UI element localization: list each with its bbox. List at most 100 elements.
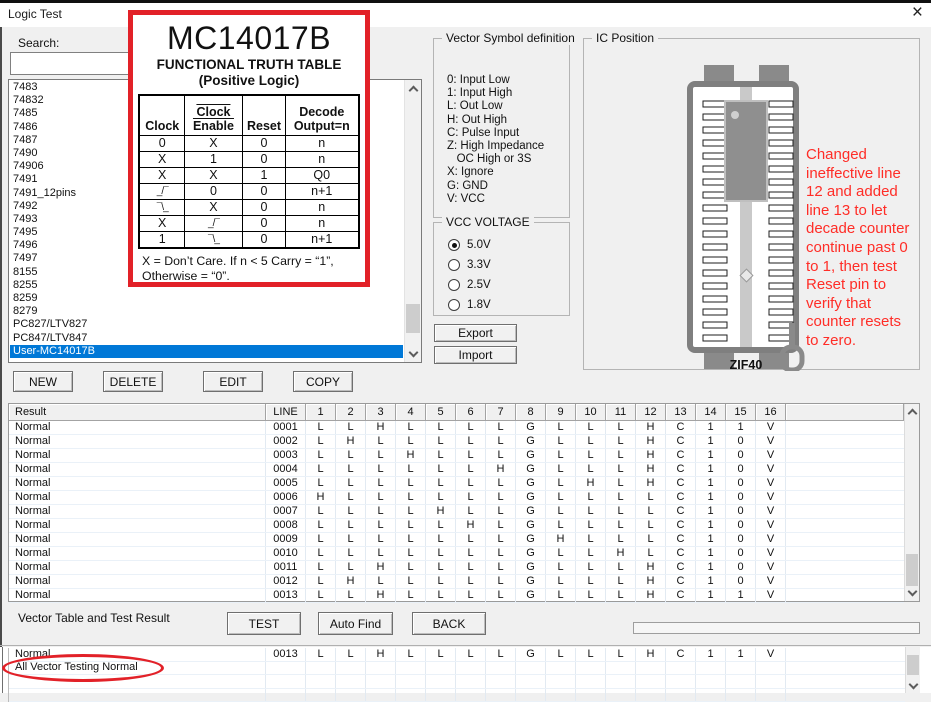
column-header-pin[interactable]: 9 xyxy=(546,404,576,421)
truth-cell: n xyxy=(286,215,359,231)
annotation-note: Changed ineffective line 12 and added li… xyxy=(806,146,920,351)
line-cell: 0013 xyxy=(266,648,306,661)
table-row[interactable]: Normal0012LHLLLLLGLLLHC10V xyxy=(9,575,904,589)
vcc-option[interactable]: 3.3V xyxy=(448,255,491,275)
line-cell: 0005 xyxy=(266,477,306,490)
table-row[interactable]: Normal0005LLLLLLLGLHLHC10V xyxy=(9,477,904,491)
table-row[interactable]: Normal0011LLHLLLLGLLLHC10V xyxy=(9,561,904,575)
result-cell: Normal xyxy=(9,561,266,574)
column-header-pin[interactable]: 5 xyxy=(426,404,456,421)
vector-grid-scrollbar[interactable] xyxy=(904,404,919,601)
column-header-pin[interactable]: 16 xyxy=(756,404,786,421)
column-header-pin[interactable]: 15 xyxy=(726,404,756,421)
vcc-option[interactable]: 5.0V xyxy=(448,235,491,255)
table-row[interactable]: Normal0008LLLLLHLGLLLLC10V xyxy=(9,519,904,533)
pin-cell: L xyxy=(606,463,636,476)
truth-card-subtitle2: (Positive Logic) xyxy=(133,73,365,89)
table-row[interactable]: Normal0010LLLLLLLGLLHLC10V xyxy=(9,547,904,561)
table-row[interactable]: Normal0007LLLLHLLGLLLLC10V xyxy=(9,505,904,519)
column-header-pin[interactable]: 14 xyxy=(696,404,726,421)
scrollbar-thumb[interactable] xyxy=(406,304,420,333)
functional-truth-table: ClockClock EnableResetDecode Output=n 0X… xyxy=(138,94,359,249)
pin-cell xyxy=(426,662,456,675)
pin-cell: L xyxy=(366,463,396,476)
scroll-down-icon[interactable] xyxy=(905,586,919,601)
list-item[interactable]: User-MC14017B xyxy=(10,345,403,358)
column-header-pin[interactable]: 10 xyxy=(576,404,606,421)
column-header-pin[interactable]: 11 xyxy=(606,404,636,421)
pin-cell: H xyxy=(636,589,666,602)
pin-cell: L xyxy=(306,421,336,434)
copy-button[interactable]: COPY xyxy=(293,371,353,392)
table-row[interactable]: Normal0006HLLLLLLGLLLLC10V xyxy=(9,491,904,505)
list-item[interactable]: PC847/LTV847 xyxy=(10,332,403,345)
result-cell: Normal xyxy=(9,449,266,462)
auto-find-button[interactable]: Auto Find xyxy=(318,612,393,635)
pin-cell xyxy=(396,662,426,675)
table-row[interactable] xyxy=(9,689,905,702)
truth-cell: 1 xyxy=(242,167,285,183)
table-row[interactable]: Normal0001LLHLLLLGLLLHC11V xyxy=(9,421,904,435)
ic-list-scrollbar[interactable] xyxy=(404,80,421,362)
truth-cell: X xyxy=(184,199,242,215)
window-left-edge xyxy=(0,27,2,693)
pin-cell: 1 xyxy=(696,477,726,490)
bottom-scrollbar[interactable] xyxy=(905,647,920,693)
column-header-pin[interactable]: 1 xyxy=(306,404,336,421)
export-button[interactable]: Export xyxy=(434,324,517,342)
pin-cell: H xyxy=(396,449,426,462)
scroll-up-icon[interactable] xyxy=(405,80,421,96)
import-button[interactable]: Import xyxy=(434,346,517,364)
scroll-down-icon[interactable] xyxy=(906,679,920,693)
delete-button[interactable]: DELETE xyxy=(103,371,163,392)
column-header-pin[interactable]: 13 xyxy=(666,404,696,421)
scroll-down-icon[interactable] xyxy=(405,346,421,362)
table-row[interactable]: Normal0009LLLLLLLGHLLLC10V xyxy=(9,533,904,547)
vector-symbol-line: Z: High Impedance xyxy=(447,140,544,153)
pin-cell: L xyxy=(456,547,486,560)
scrollbar-thumb[interactable] xyxy=(907,655,919,675)
table-row[interactable]: Normal0002LHLLLLLGLLLHC10V xyxy=(9,435,904,449)
pin-cell: 0 xyxy=(726,561,756,574)
pin-cell: C xyxy=(666,575,696,588)
pin-cell: L xyxy=(336,449,366,462)
vcc-option[interactable]: 2.5V xyxy=(448,275,491,295)
truth-cell: X xyxy=(139,151,184,167)
column-header-pin[interactable]: 7 xyxy=(486,404,516,421)
column-header-result[interactable]: Result xyxy=(9,404,266,421)
column-header-line[interactable]: LINE xyxy=(266,404,306,421)
list-item[interactable]: 8279 xyxy=(10,305,403,318)
list-item[interactable]: 8259 xyxy=(10,292,403,305)
scroll-up-icon[interactable] xyxy=(905,404,919,419)
line-cell: 0003 xyxy=(266,449,306,462)
pin-cell: L xyxy=(606,491,636,504)
new-button[interactable]: NEW xyxy=(13,371,73,392)
pin-cell xyxy=(336,675,366,688)
scrollbar-thumb[interactable] xyxy=(906,554,918,586)
pin-cell: G xyxy=(516,449,546,462)
search-label: Search: xyxy=(18,36,59,50)
table-row[interactable]: Normal0003LLLHLLLGLLLHC10V xyxy=(9,449,904,463)
vector-symbol-line: H: Out High xyxy=(447,114,544,127)
vcc-option[interactable]: 1.8V xyxy=(448,295,491,315)
column-header-pin[interactable]: 6 xyxy=(456,404,486,421)
vector-grid-body: Normal0001LLHLLLLGLLLHC11VNormal0002LHLL… xyxy=(9,421,904,603)
back-button[interactable]: BACK xyxy=(412,612,486,635)
pin-cell: L xyxy=(306,589,336,602)
pin-cell xyxy=(606,689,636,702)
pin-cell: H xyxy=(546,533,576,546)
edit-button[interactable]: EDIT xyxy=(203,371,263,392)
test-button[interactable]: TEST xyxy=(227,612,301,635)
column-header-pin[interactable]: 12 xyxy=(636,404,666,421)
column-header-pin[interactable]: 3 xyxy=(366,404,396,421)
column-header-pin[interactable]: 8 xyxy=(516,404,546,421)
table-row[interactable]: Normal0004LLLLLLHGLLLHC10V xyxy=(9,463,904,477)
column-header-pin[interactable]: 4 xyxy=(396,404,426,421)
truth-cell: ¯\_ xyxy=(184,231,242,248)
pin-cell: L xyxy=(306,561,336,574)
table-row[interactable]: Normal0013LLHLLLLGLLLHC11V xyxy=(9,589,904,603)
column-header-pin[interactable]: 2 xyxy=(336,404,366,421)
close-icon[interactable]: × xyxy=(912,2,923,24)
pin-cell: C xyxy=(666,589,696,602)
list-item[interactable]: PC827/LTV827 xyxy=(10,318,403,331)
